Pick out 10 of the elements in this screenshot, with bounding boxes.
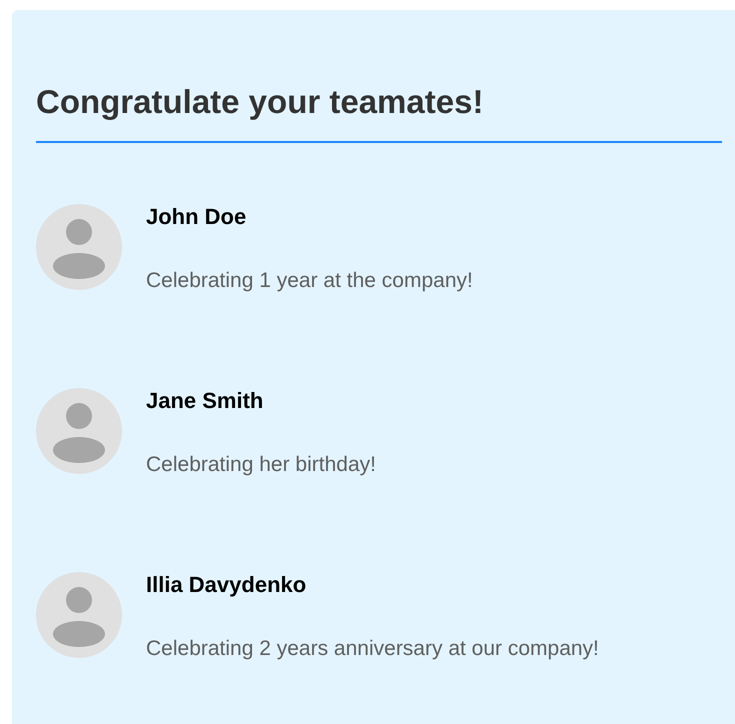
avatar-icon [36,388,122,474]
celebration-message: Celebrating 2 years anniversary at our company! [146,636,599,662]
person-name: Illia Davydenko [146,572,308,598]
person-name: John Doe [146,204,248,230]
avatar-icon [36,572,122,658]
celebration-message: Celebrating her birthday! [146,452,376,478]
celebration-message: Celebrating 1 year at the company! [146,268,473,294]
person-name: Jane Smith [146,388,264,414]
avatar-icon [36,204,122,290]
section-heading: Congratulate your teamates! [36,84,484,120]
